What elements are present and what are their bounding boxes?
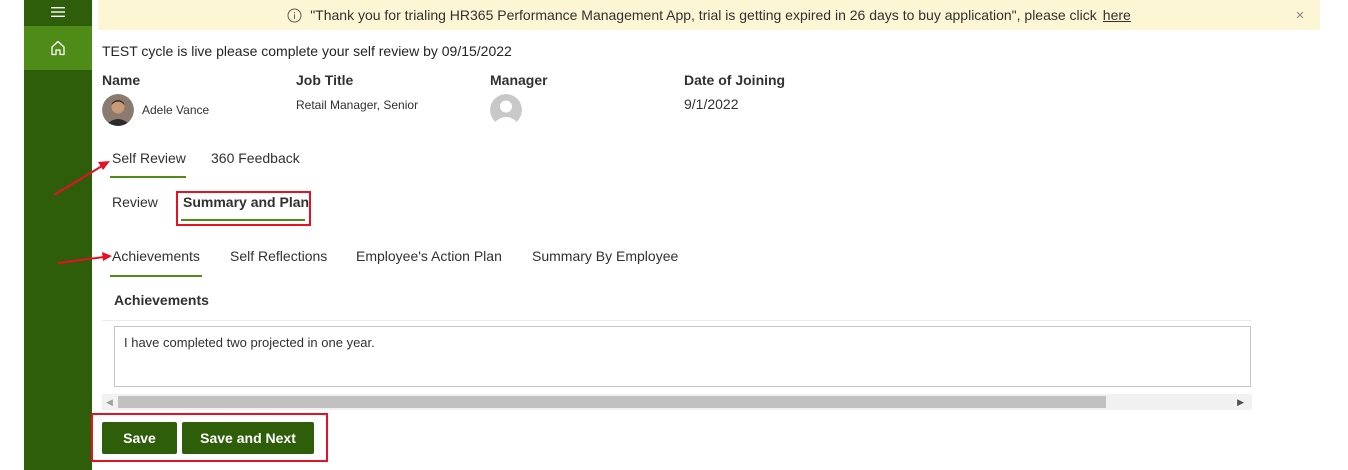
horizontal-scrollbar[interactable]: ◀ ▶ [102, 394, 1252, 410]
achievements-textarea[interactable]: I have completed two projected in one ye… [114, 326, 1251, 387]
arrow-annotation-icon [57, 252, 112, 264]
section-title: Achievements [114, 292, 209, 308]
arrow-annotation-icon [53, 161, 110, 196]
scrollbar-thumb[interactable] [118, 396, 1106, 408]
section-divider [102, 320, 1252, 321]
scroll-left-icon[interactable]: ◀ [106, 397, 113, 408]
scroll-right-icon[interactable]: ▶ [1237, 397, 1244, 408]
highlight-box-buttons [91, 413, 328, 462]
